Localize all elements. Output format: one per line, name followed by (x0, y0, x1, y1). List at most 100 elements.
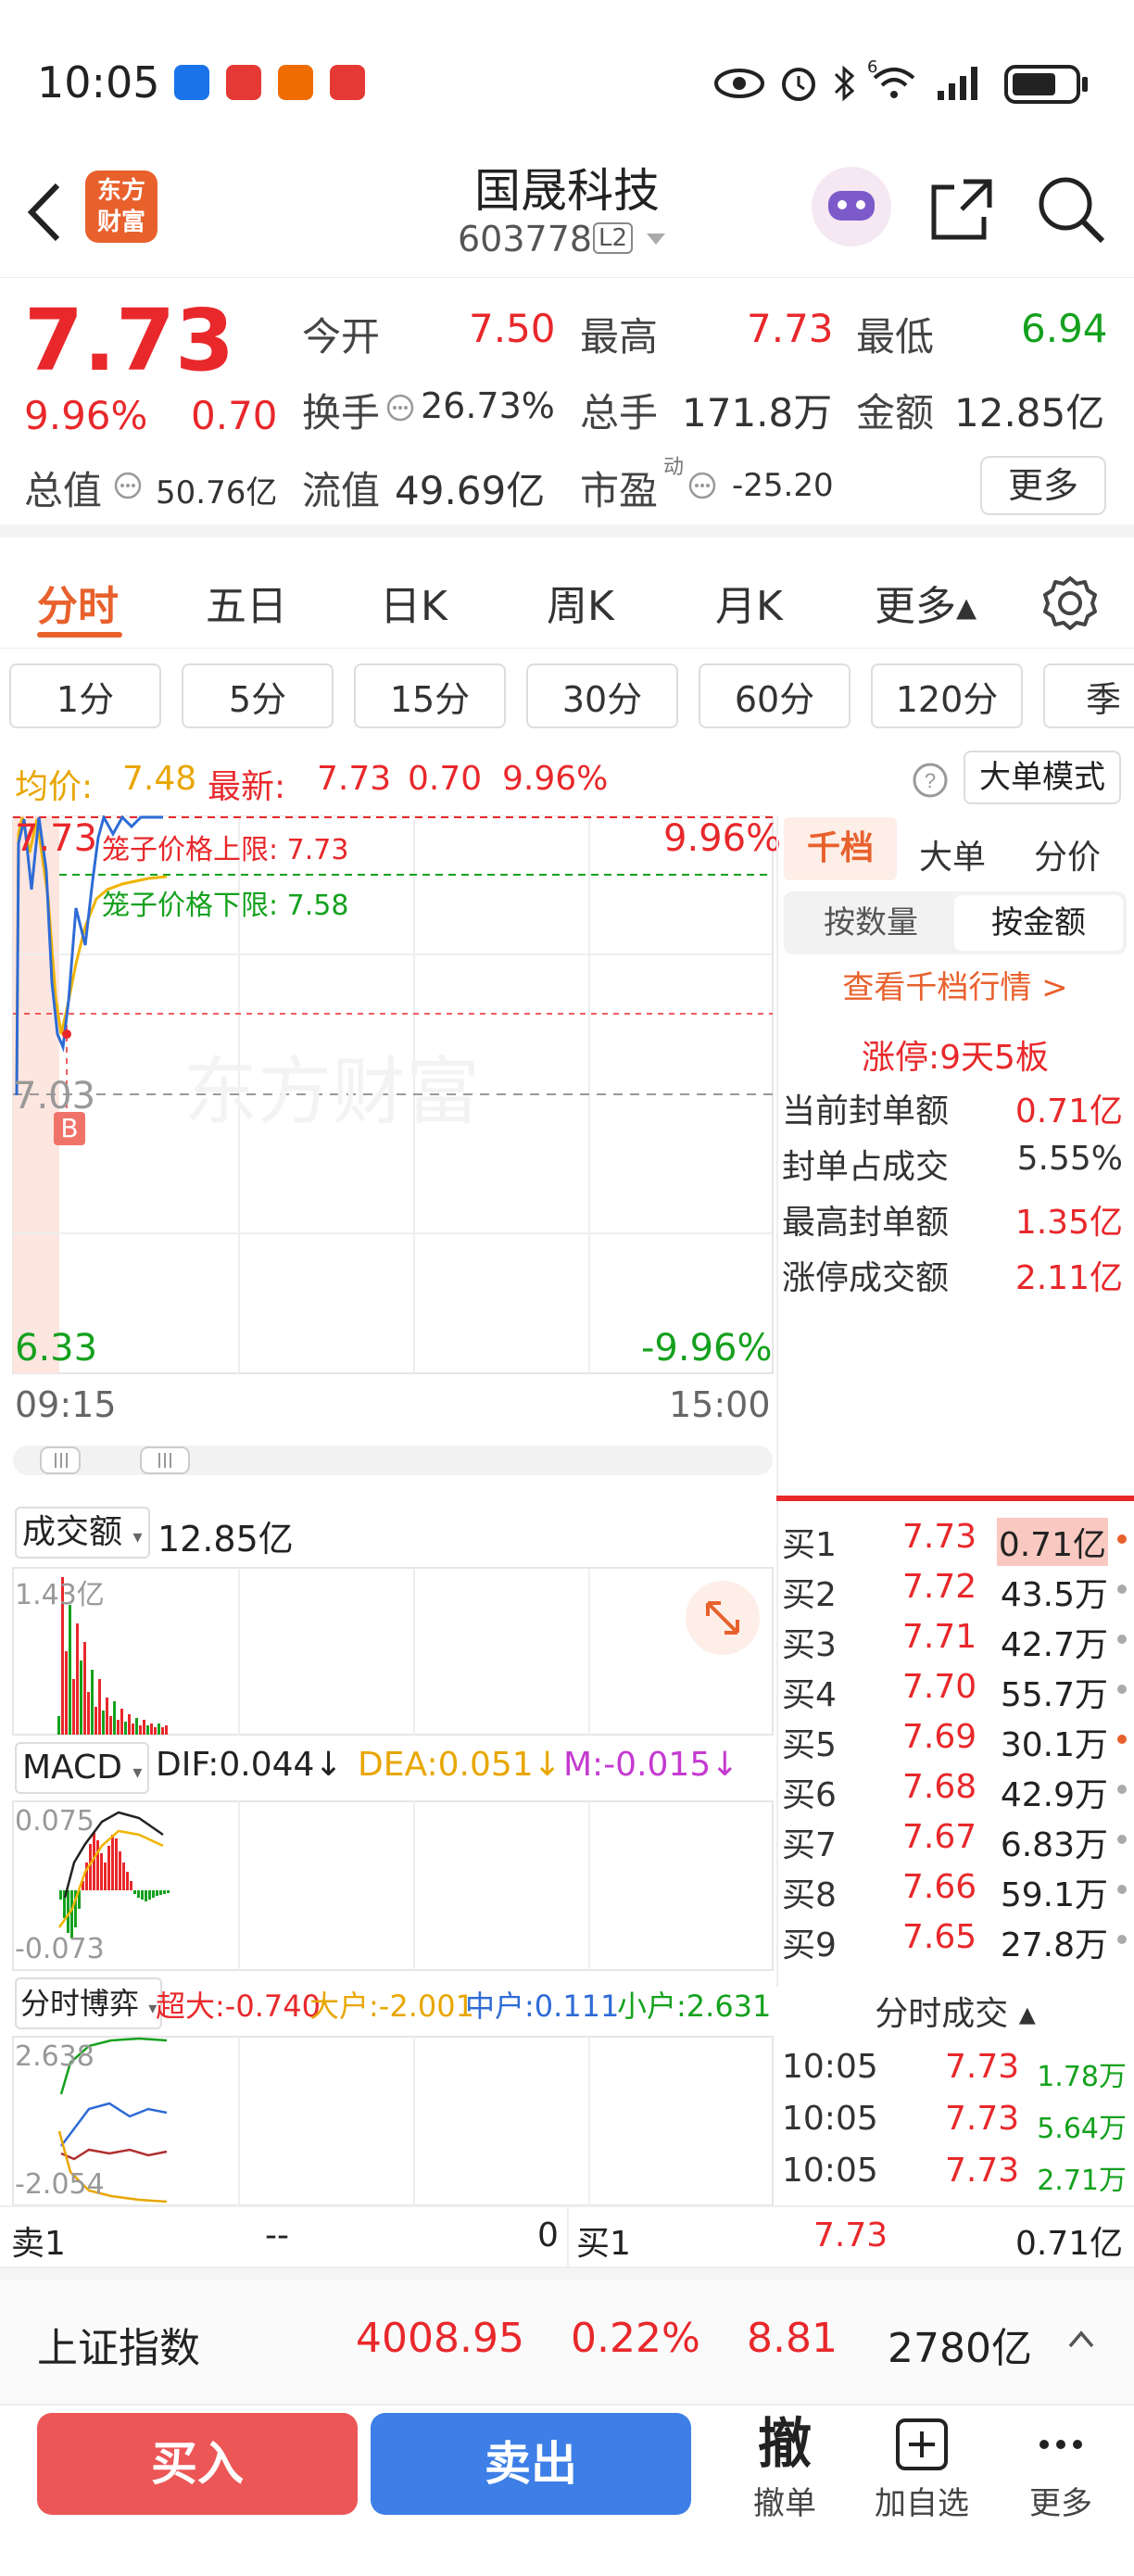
open-label: 今开 (302, 314, 381, 360)
flow-indicator-select[interactable]: 分时博弈 ▾ (15, 1977, 163, 2029)
active-tab-indicator (37, 632, 122, 638)
bid-row[interactable]: 买2 7.72 43.5万 (776, 1564, 1134, 1614)
period-quarter[interactable]: 季 (1043, 663, 1134, 728)
volume-bar (132, 1724, 134, 1735)
index-pct: 0.22% (571, 2315, 700, 2362)
bid-row[interactable]: 买4 7.70 55.7万 (776, 1664, 1134, 1714)
clock: 10:05 (37, 57, 160, 107)
volume-bar (57, 1716, 60, 1735)
volume-bar (80, 1661, 82, 1735)
bid-level-label: 买4 (782, 1676, 837, 1714)
help-icon[interactable]: ? (912, 762, 949, 799)
cancel-order-label: 撤单 (753, 2485, 816, 2522)
status-bar: 10:05 6 (0, 0, 1134, 148)
axis-top-pct: 9.96% (663, 817, 782, 860)
macd-bar (145, 1890, 147, 1901)
bid-price: 7.71 (902, 1618, 977, 1656)
tab-daily-k[interactable]: 日K (380, 573, 447, 632)
tab-more[interactable]: 更多▴ (875, 573, 976, 632)
low-label: 最低 (856, 314, 935, 360)
flow-max: 2.638 (15, 2040, 94, 2073)
amount-value: 12.85亿 (954, 390, 1105, 436)
info-circle-icon[interactable] (385, 393, 415, 423)
bid-row[interactable]: 买9 7.65 27.8万 (776, 1914, 1134, 1964)
more-actions-button[interactable]: 更多 (1010, 2413, 1112, 2533)
info-circle-icon[interactable] (687, 471, 717, 500)
bid-row[interactable]: 买5 7.69 30.1万 (776, 1714, 1134, 1764)
trade-time: 10:05 (782, 2100, 878, 2138)
stock-code: 603778 (458, 219, 593, 259)
buy-button[interactable]: 买入 (37, 2413, 358, 2515)
period-15min[interactable]: 15分 (354, 663, 506, 728)
period-1min[interactable]: 1分 (9, 663, 161, 728)
view-thousand-link[interactable]: 查看千档行情 > (776, 962, 1134, 1007)
volume-indicator-select[interactable]: 成交额 ▾ (15, 1507, 150, 1559)
bid-price: 7.67 (902, 1818, 977, 1856)
volume-bar (102, 1711, 105, 1735)
macd-bar (163, 1890, 166, 1894)
buy-point-marker[interactable]: B (54, 1112, 85, 1145)
amount-label: 金额 (856, 390, 935, 436)
bid-amount: 27.8万 (1000, 1926, 1108, 1964)
tab-intraday[interactable]: 分时 (37, 573, 119, 632)
bid-price: 7.73 (902, 1518, 977, 1556)
macd-bar (122, 1863, 125, 1890)
change-value: 0.70 (191, 393, 278, 438)
trade-ticks-title[interactable]: 分时成交 ▴ (776, 1987, 1134, 2042)
period-120min[interactable]: 120分 (871, 663, 1023, 728)
bid-level-label: 买8 (782, 1876, 837, 1914)
tab-five-day[interactable]: 五日 (206, 573, 287, 632)
chevron-up-icon[interactable] (1067, 2328, 1095, 2350)
ai-assistant-avatar[interactable] (812, 167, 891, 246)
tab-big-order[interactable]: 大单 (919, 830, 986, 878)
period-30min[interactable]: 30分 (526, 663, 678, 728)
bid-row[interactable]: 买8 7.66 59.1万 (776, 1864, 1134, 1914)
cancel-order-button[interactable]: 撤 撤单 (734, 2413, 836, 2533)
chevron-down-icon[interactable] (645, 230, 667, 248)
float-mv-value: 49.69亿 (395, 468, 546, 513)
expand-chart-button[interactable] (686, 1581, 760, 1655)
ask1-label: 卖1 (11, 2225, 66, 2263)
big-order-mode-button[interactable]: 大单模式 (964, 751, 1121, 804)
period-selector: 1分 5分 15分 30分 60分 120分 季 (0, 649, 1134, 741)
sell-button[interactable]: 卖出 (371, 2413, 691, 2515)
cancel-order-icon: 撤 (757, 2412, 812, 2475)
time-start: 09:15 (15, 1384, 117, 1425)
macd-bar (148, 1890, 151, 1900)
bid-amount: 42.7万 (1000, 1626, 1108, 1664)
toggle-by-amount[interactable]: 按金额 (954, 895, 1123, 951)
bid-row[interactable]: 买6 7.68 42.9万 (776, 1764, 1134, 1814)
low-value: 6.94 (1021, 306, 1108, 351)
volume-bar (69, 1605, 71, 1735)
info-circle-icon[interactable] (113, 471, 143, 500)
index-ticker[interactable]: 上证指数 4008.95 0.22% 8.81 2780亿 (0, 2279, 1134, 2406)
toggle-by-quantity[interactable]: 按数量 (788, 895, 954, 951)
bid-row[interactable]: 买7 7.67 6.83万 (776, 1814, 1134, 1864)
period-60min[interactable]: 60分 (699, 663, 850, 728)
tab-weekly-k[interactable]: 周K (547, 573, 614, 632)
tab-price-distribution[interactable]: 分价 (1034, 830, 1101, 878)
share-icon[interactable] (926, 174, 997, 245)
tab-thousand-level[interactable]: 千档 (784, 817, 897, 880)
high-label: 最高 (580, 314, 659, 360)
volume-bar (72, 1679, 75, 1735)
limit-stat-label: 当前封单额 (782, 1092, 950, 1130)
more-button[interactable]: 更多 (980, 456, 1106, 515)
app-notification-icon (174, 65, 209, 100)
alarm-icon (782, 68, 815, 101)
macd-indicator-select[interactable]: MACD ▾ (15, 1742, 150, 1794)
search-icon[interactable] (1034, 172, 1108, 246)
flow-mid: 中户:0.111 (465, 1989, 620, 2024)
period-5min[interactable]: 5分 (182, 663, 334, 728)
gear-icon[interactable] (1041, 575, 1099, 632)
bid-price: 7.72 (902, 1568, 977, 1606)
tab-monthly-k[interactable]: 月K (715, 573, 783, 632)
bid-row[interactable]: 买3 7.71 42.7万 (776, 1614, 1134, 1664)
level2-badge[interactable]: L2 (593, 222, 634, 254)
bid-dot-indicator (1117, 1885, 1127, 1894)
bid-row[interactable]: 买1 7.73 0.71亿 (776, 1514, 1134, 1566)
bid-level-label: 买5 (782, 1726, 837, 1764)
open-value: 7.50 (469, 306, 556, 351)
bid1-volume: 0.71亿 (1015, 2225, 1124, 2263)
add-watchlist-button[interactable]: 加自选 (862, 2413, 982, 2533)
